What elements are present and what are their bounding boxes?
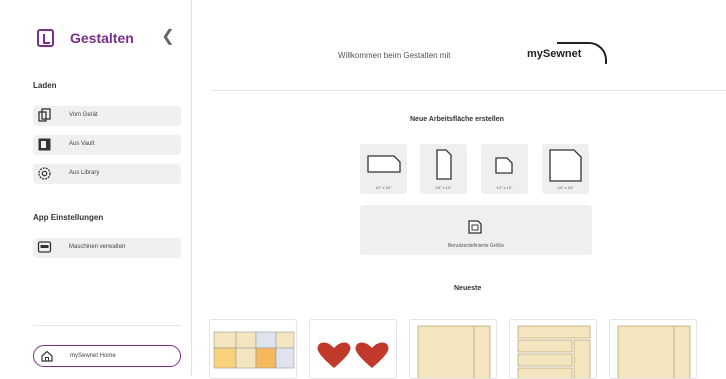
custom-size-button[interactable]: Benutzerdefinierte Größe bbox=[360, 205, 592, 255]
new-workspace-title: Neue Arbeitsfläche erstellen bbox=[410, 116, 504, 123]
sidebar-title: Gestalten bbox=[70, 30, 134, 46]
size-label: 24" x 12" bbox=[435, 185, 452, 190]
sidebar-item-label: Vom Gerät bbox=[69, 112, 98, 118]
quilt-block-preview bbox=[213, 331, 295, 369]
header-divider bbox=[212, 90, 726, 91]
sidebar-item-aus-vault[interactable]: Aus Vault bbox=[33, 135, 181, 155]
recent-project-thumbnail[interactable] bbox=[509, 319, 597, 379]
home-icon bbox=[40, 349, 54, 363]
recent-project-thumbnail[interactable] bbox=[309, 319, 397, 379]
sidebar-item-label: Aus Library bbox=[69, 170, 100, 176]
section-label-app-einstellungen: App Einstellungen bbox=[33, 213, 104, 222]
home-button-label: mySewnet Home bbox=[70, 353, 116, 359]
brand-name: mySewnet bbox=[527, 48, 582, 60]
sidebar: Gestalten ❮ Laden Vom Gerät Aus Vault Au… bbox=[0, 0, 192, 376]
device-icon bbox=[37, 108, 52, 123]
sidebar-item-aus-library[interactable]: Aus Library bbox=[33, 164, 181, 184]
size-label: 12" x 24" bbox=[375, 185, 392, 190]
collapse-sidebar-icon[interactable]: ❮ bbox=[160, 28, 176, 46]
size-label: 24" x 24" bbox=[557, 185, 574, 190]
landscape-canvas-icon bbox=[367, 155, 401, 173]
recent-title: Neueste bbox=[454, 285, 482, 292]
section-label-laden: Laden bbox=[33, 81, 57, 90]
app-logo-icon bbox=[37, 29, 54, 47]
size-label: 12" x 12" bbox=[496, 185, 513, 190]
mysewnet-home-button[interactable]: mySewnet Home bbox=[33, 345, 181, 367]
mysewnet-logo: mySewnet bbox=[527, 38, 612, 68]
library-icon bbox=[37, 166, 52, 181]
size-tile-12x12[interactable]: 12" x 12" bbox=[481, 144, 528, 194]
small-square-canvas-icon bbox=[495, 157, 513, 174]
welcome-text: Willkommen beim Gestalten mit bbox=[338, 51, 451, 60]
recent-project-thumbnail[interactable] bbox=[409, 319, 497, 379]
custom-size-label: Benutzerdefinierte Größe bbox=[447, 243, 505, 249]
main-content: Willkommen beim Gestalten mit mySewnet N… bbox=[192, 0, 726, 379]
vault-icon bbox=[37, 137, 52, 152]
strip-layout-preview bbox=[517, 325, 591, 378]
app: Gestalten ❮ Laden Vom Gerät Aus Vault Au… bbox=[0, 0, 726, 379]
sidebar-item-vom-geraet[interactable]: Vom Gerät bbox=[33, 106, 181, 126]
size-tile-12x24[interactable]: 12" x 24" bbox=[360, 144, 407, 194]
recent-project-thumbnail[interactable] bbox=[209, 319, 297, 379]
sidebar-divider bbox=[33, 325, 181, 326]
size-tile-24x12[interactable]: 24" x 12" bbox=[420, 144, 467, 194]
large-square-canvas-icon bbox=[549, 149, 582, 182]
hearts-preview bbox=[317, 342, 389, 368]
size-tile-24x24[interactable]: 24" x 24" bbox=[542, 144, 589, 194]
sidebar-header: Gestalten ❮ bbox=[0, 0, 191, 68]
sewing-machine-icon bbox=[37, 240, 52, 255]
blank-canvas-preview bbox=[617, 325, 691, 378]
sidebar-item-label: Maschinen verwalten bbox=[69, 244, 126, 250]
recent-project-thumbnail[interactable] bbox=[609, 319, 697, 379]
sidebar-item-maschinen-verwalten[interactable]: Maschinen verwalten bbox=[33, 238, 181, 258]
sidebar-item-label: Aus Vault bbox=[69, 141, 95, 147]
blank-canvas-preview bbox=[417, 325, 491, 378]
portrait-canvas-icon bbox=[436, 149, 452, 180]
custom-size-icon bbox=[468, 220, 482, 234]
